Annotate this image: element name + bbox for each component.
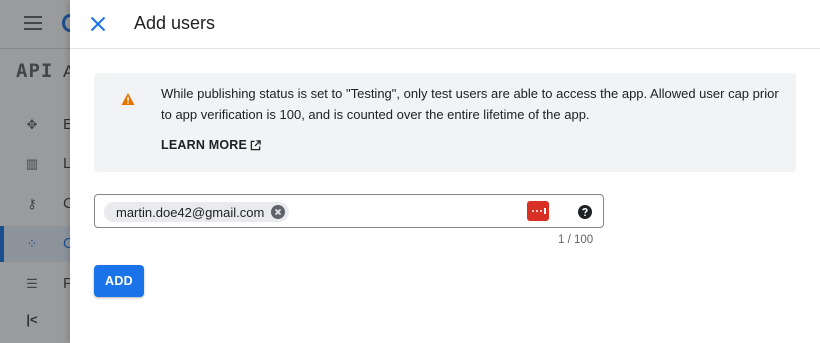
learn-more-label: LEARN MORE xyxy=(161,138,248,152)
testing-status-notice: While publishing status is set to "Testi… xyxy=(94,73,796,172)
remove-chip-icon[interactable] xyxy=(271,205,286,219)
notice-text: While publishing status is set to "Testi… xyxy=(161,86,779,122)
help-icon[interactable] xyxy=(578,205,592,219)
password-manager-icon[interactable] xyxy=(527,201,549,221)
warning-icon xyxy=(121,93,135,105)
close-icon xyxy=(90,16,106,32)
add-button[interactable]: ADD xyxy=(94,265,144,297)
panel-title: Add users xyxy=(134,13,216,33)
close-button[interactable] xyxy=(86,12,110,36)
user-count: 1 / 100 xyxy=(558,234,594,246)
learn-more-link[interactable]: LEARN MORE xyxy=(161,138,261,152)
user-email-input[interactable]: martin.doe42@gmail.com xyxy=(94,194,604,228)
panel-header: Add users xyxy=(70,0,820,49)
email-chip-label: martin.doe42@gmail.com xyxy=(116,204,265,220)
open-in-new-icon xyxy=(250,139,261,150)
add-users-panel: Add users While publishing status is set… xyxy=(70,0,820,343)
email-chip[interactable]: martin.doe42@gmail.com xyxy=(104,202,290,222)
